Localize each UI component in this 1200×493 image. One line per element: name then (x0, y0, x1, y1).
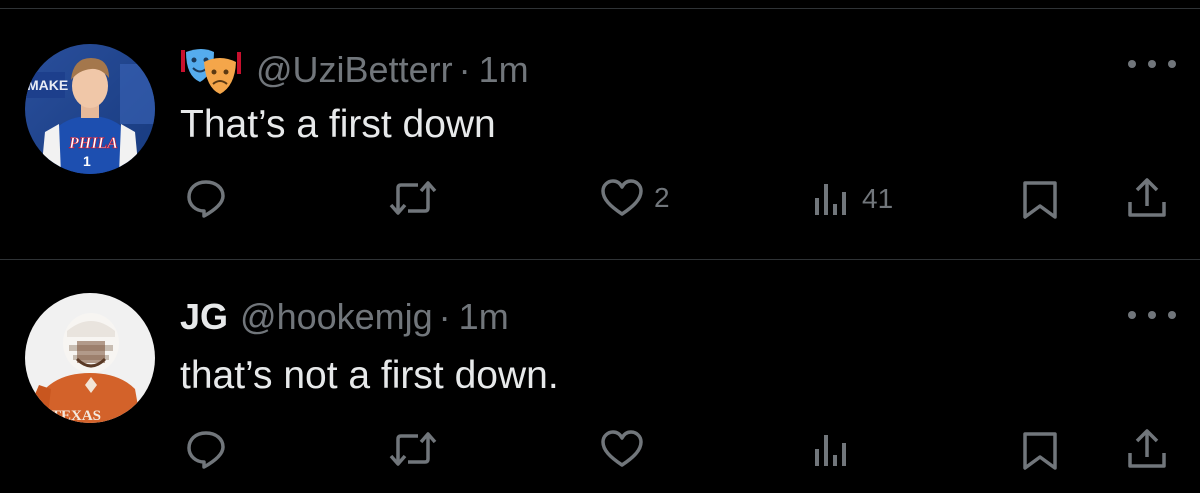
user-handle[interactable]: @UziBetterr (256, 50, 453, 90)
reply-button[interactable] (185, 429, 237, 469)
reply-button[interactable] (185, 178, 237, 218)
theater-masks-icon (181, 49, 241, 94)
like-button[interactable] (600, 429, 654, 469)
like-count: 2 (654, 182, 670, 213)
bookmark-icon (1023, 432, 1057, 470)
tweet-header: JG @hookemjg · 1m (180, 297, 509, 337)
svg-text:TEXAS: TEXAS (51, 408, 101, 423)
like-icon (601, 430, 643, 467)
separator-dot: · (438, 296, 451, 337)
retweet-icon (389, 432, 437, 466)
avatar[interactable]: TEXAS (25, 293, 155, 423)
bookmark-button[interactable] (1020, 180, 1060, 220)
bookmark-icon (1023, 181, 1057, 219)
views-count: 41 (862, 183, 894, 214)
tweet-text: that’s not a first down. (180, 354, 559, 397)
timestamp[interactable]: 1m (479, 50, 529, 90)
retweet-icon (389, 181, 437, 215)
tweet-2[interactable]: TEXAS JG @hookemjg · 1m that’s not a fir… (0, 253, 1200, 493)
user-handle[interactable]: @hookemjg (240, 297, 433, 337)
more-icon[interactable] (1128, 54, 1176, 74)
retweet-button[interactable] (388, 429, 448, 469)
views-icon (815, 184, 846, 215)
timestamp[interactable]: 1m (459, 297, 509, 337)
display-name[interactable]: JG (180, 297, 228, 337)
tweet-header: @UziBetterr · 1m (180, 44, 529, 96)
avatar-image: TEXAS (25, 293, 155, 423)
share-button[interactable] (1125, 427, 1169, 471)
svg-text:PHILA: PHILA (68, 135, 118, 152)
avatar[interactable]: MAKE PHILA 1 (25, 44, 155, 174)
separator-dot: · (458, 49, 471, 90)
tweet-text: That’s a first down (180, 103, 496, 146)
reply-icon (187, 431, 225, 469)
share-icon (1128, 429, 1166, 468)
like-icon (601, 179, 643, 216)
share-button[interactable] (1125, 176, 1169, 220)
tweet-1[interactable]: MAKE PHILA 1 @UziBetterr · 1m That’s a f… (0, 0, 1200, 240)
views-button[interactable]: 41 (812, 180, 893, 218)
share-icon (1128, 178, 1166, 217)
views-icon (815, 435, 846, 466)
retweet-button[interactable] (388, 178, 448, 218)
views-button[interactable] (812, 431, 862, 469)
reply-icon (187, 180, 225, 218)
svg-text:MAKE: MAKE (27, 77, 68, 93)
bookmark-button[interactable] (1020, 431, 1060, 471)
avatar-image: MAKE PHILA 1 (25, 44, 155, 174)
more-icon[interactable] (1128, 305, 1176, 325)
like-button[interactable]: 2 (600, 178, 670, 218)
svg-text:1: 1 (83, 153, 91, 169)
